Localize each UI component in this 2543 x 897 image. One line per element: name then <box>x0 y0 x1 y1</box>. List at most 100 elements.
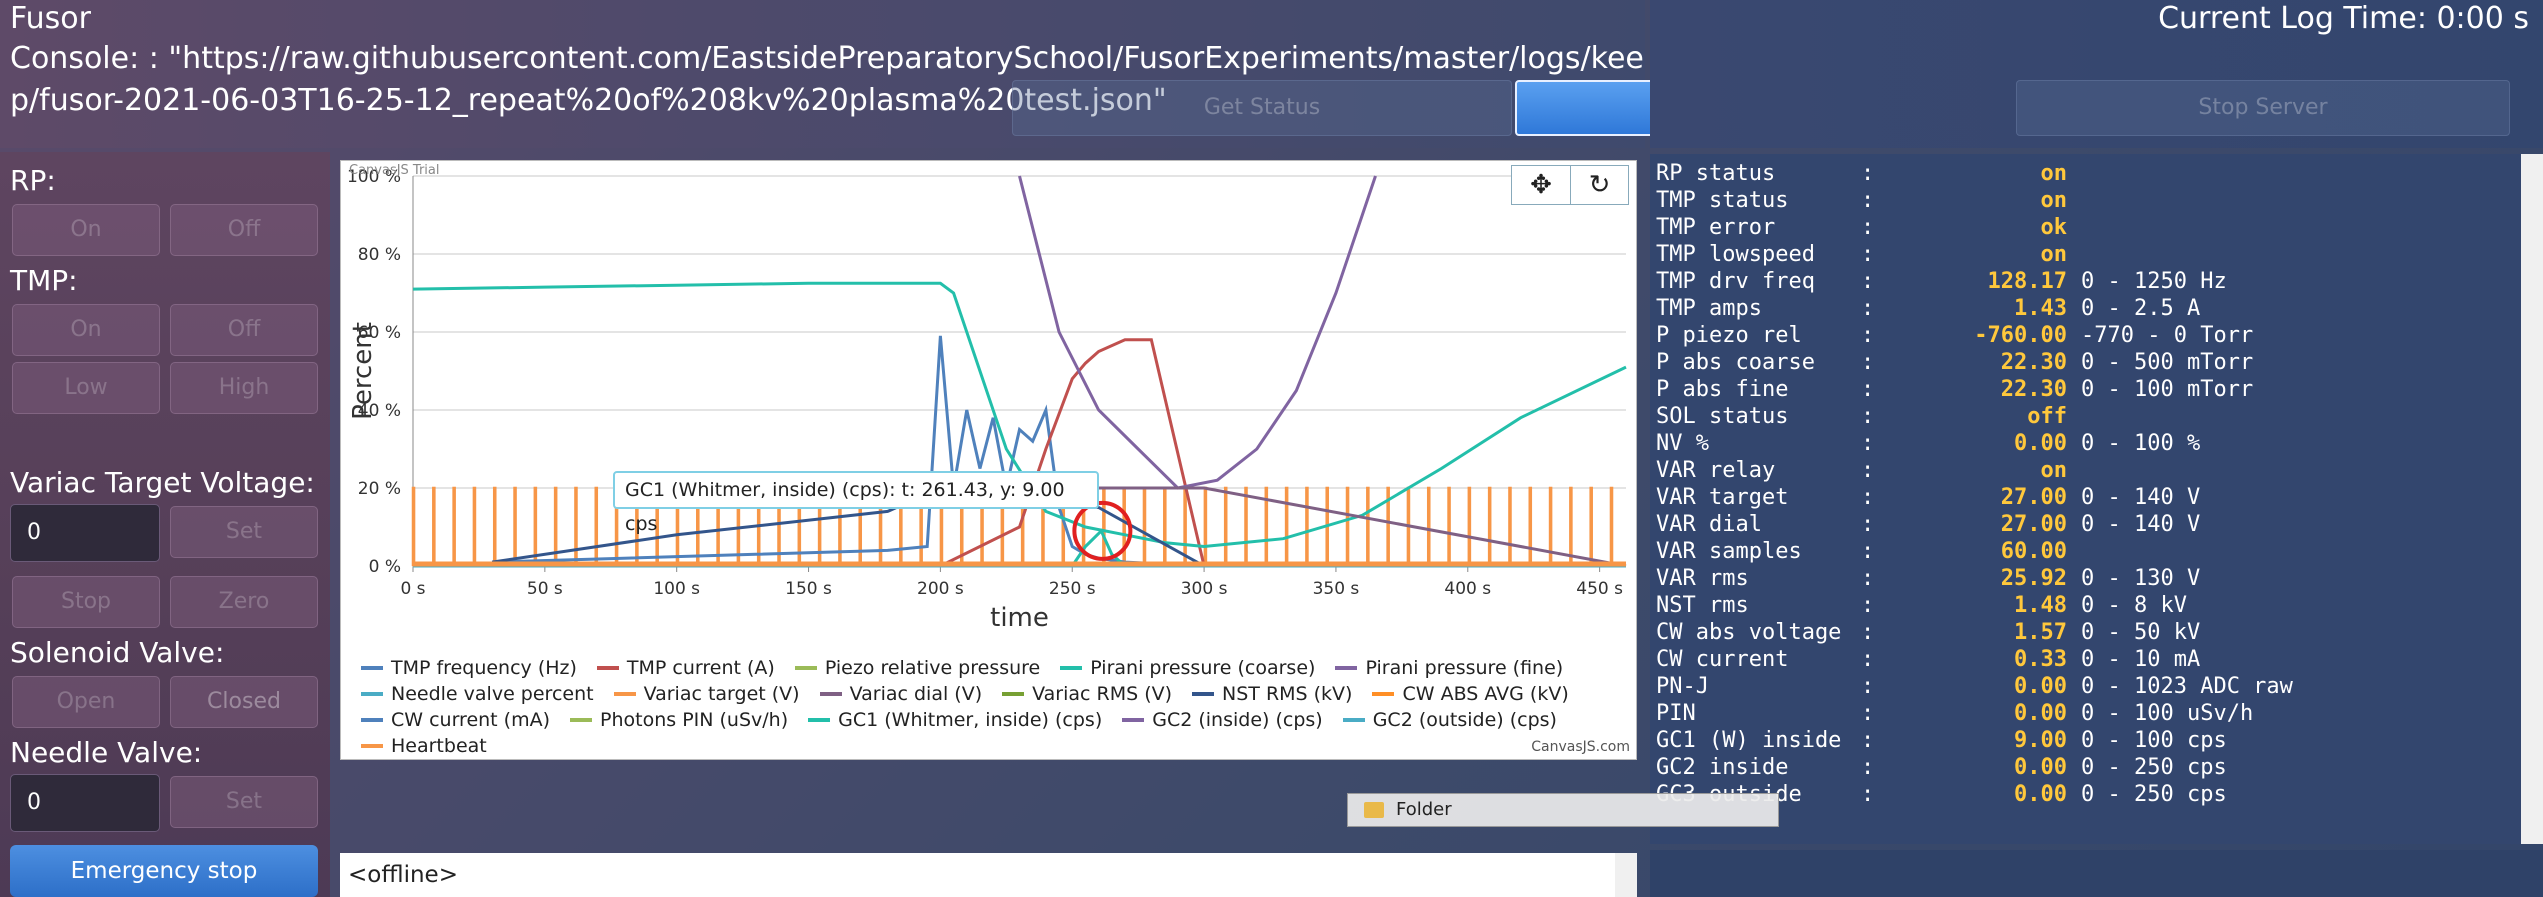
status-value: -760.00 <box>1974 323 2067 348</box>
status-value: 0.00 <box>2014 782 2067 807</box>
folder-icon <box>1364 802 1384 818</box>
status-range: 0 - 50 kV <box>2081 620 2201 645</box>
status-name: CW current <box>1656 647 1789 672</box>
status-row: TMP amps: 1.43 0 - 2.5 A <box>1656 295 2516 322</box>
status-colon: : <box>1861 404 1875 429</box>
variac-set-button[interactable]: Set <box>170 506 318 558</box>
legend-item[interactable]: CW ABS AVG (kV) <box>1372 681 1569 707</box>
status-colon: : <box>1861 161 1875 186</box>
status-value: 0.00 <box>2014 755 2067 780</box>
status-value: 27.00 <box>2000 512 2067 537</box>
console-scrollbar[interactable] <box>1615 853 1637 897</box>
legend-item[interactable]: GC2 (outside) (cps) <box>1342 707 1557 733</box>
status-colon: : <box>1861 674 1875 699</box>
y-tick-label: 0 % <box>369 557 401 577</box>
get-status-button[interactable]: Get Status <box>1012 80 1512 136</box>
chart-container: 0 % 20 % 40 % 60 % 80 % 100 % 0 s 50 s 100 s 150 … <box>340 160 1637 760</box>
tmp-label: TMP: <box>10 264 78 297</box>
legend-item[interactable]: Photons PIN (uSv/h) <box>570 707 788 733</box>
status-range: 0 - 130 V <box>2081 566 2201 591</box>
rp-off-button[interactable]: Off <box>170 204 318 256</box>
status-colon: : <box>1861 323 1875 348</box>
reset-zoom-icon[interactable]: ↻ <box>1569 166 1628 204</box>
status-value: off <box>2027 404 2067 429</box>
tmp-off-button[interactable]: Off <box>170 304 318 356</box>
chart-tooltip: GC1 (Whitmer, inside) (cps): t: 261.43, … <box>613 471 1099 535</box>
status-range <box>2067 214 2081 241</box>
solenoid-closed-button[interactable]: Closed <box>170 676 318 728</box>
rp-on-button[interactable]: On <box>12 204 160 256</box>
status-colon: : <box>1861 593 1875 618</box>
status-name: P abs coarse <box>1656 350 1815 375</box>
needle-set-button[interactable]: Set <box>170 776 318 828</box>
console-output[interactable]: <offline> <box>340 853 1637 897</box>
stop-server-button[interactable]: Stop Server <box>2016 80 2510 136</box>
legend-label: TMP current (A) <box>626 657 775 679</box>
legend-swatch <box>596 666 619 670</box>
legend-item[interactable]: GC2 (inside) (cps) <box>1122 707 1323 733</box>
variac-voltage-input[interactable]: 0 <box>10 504 160 562</box>
legend-item[interactable]: Variac target (V) <box>613 681 800 707</box>
status-colon: : <box>1861 755 1875 780</box>
legend-label: GC2 (inside) (cps) <box>1152 709 1323 731</box>
status-value: 60.00 <box>2000 539 2067 564</box>
legend-item[interactable]: Needle valve percent <box>361 681 594 707</box>
legend-item[interactable]: NST RMS (kV) <box>1192 681 1352 707</box>
legend-item[interactable]: Variac RMS (V) <box>1002 681 1172 707</box>
tmp-low-button[interactable]: Low <box>12 362 160 414</box>
folder-tooltip-label: Folder <box>1396 799 1452 820</box>
legend-swatch <box>1192 692 1215 696</box>
status-name: NST rms <box>1656 593 1749 618</box>
chart-credit[interactable]: CanvasJS.com <box>1531 739 1630 755</box>
needle-valve-input[interactable]: 0 <box>10 774 160 832</box>
status-range <box>2067 457 2081 484</box>
status-row: P piezo rel: -760.00 -770 - 0 Torr <box>1656 322 2516 349</box>
legend-label: Photons PIN (uSv/h) <box>600 709 789 731</box>
status-row: TMP error: ok <box>1656 214 2516 241</box>
tmp-high-button[interactable]: High <box>170 362 318 414</box>
status-range: 0 - 8 kV <box>2081 593 2187 618</box>
status-range <box>2067 187 2081 214</box>
legend-item[interactable]: Pirani pressure (fine) <box>1335 655 1563 681</box>
tmp-on-button[interactable]: On <box>12 304 160 356</box>
chart-toolbar: ✥ ↻ <box>1511 165 1629 205</box>
variac-stop-button[interactable]: Stop <box>12 576 160 628</box>
legend-item[interactable]: TMP frequency (Hz) <box>361 655 577 681</box>
legend-item[interactable]: Pirani pressure (coarse) <box>1060 655 1315 681</box>
status-scrollbar[interactable] <box>2521 154 2543 844</box>
status-range <box>2067 160 2081 187</box>
x-tick-label: 200 s <box>917 579 964 599</box>
status-colon: : <box>1861 458 1875 483</box>
status-name: TMP status <box>1656 188 1789 213</box>
status-row: VAR target: 27.00 0 - 140 V <box>1656 484 2516 511</box>
emergency-stop-button[interactable]: Emergency stop <box>10 845 318 897</box>
x-tick-label: 150 s <box>785 579 832 599</box>
status-name: PN-J <box>1656 674 1709 699</box>
legend-swatch <box>570 718 593 722</box>
status-range: 0 - 140 V <box>2081 485 2201 510</box>
pan-icon[interactable]: ✥ <box>1512 166 1570 204</box>
legend-swatch <box>361 666 383 670</box>
status-value: 0.00 <box>2014 701 2067 726</box>
status-range: 0 - 100 % <box>2081 431 2201 456</box>
legend-label: GC1 (Whitmer, inside) (cps) <box>838 709 1103 731</box>
rp-label: RP: <box>10 164 56 197</box>
legend-item[interactable]: CW current (mA) <box>361 707 550 733</box>
status-value: ok <box>2040 215 2068 240</box>
x-tick-label: 350 s <box>1313 579 1360 599</box>
folder-tooltip: Folder <box>1347 793 1779 827</box>
status-row: GC3 outside:0.000 - 250 cps <box>1656 781 2516 808</box>
legend-item[interactable]: TMP current (A) <box>596 655 775 681</box>
status-colon: : <box>1861 485 1875 510</box>
legend-swatch <box>361 744 383 748</box>
solenoid-open-button[interactable]: Open <box>12 676 160 728</box>
variac-label: Variac Target Voltage: <box>10 466 315 499</box>
status-name: TMP amps <box>1656 296 1762 321</box>
variac-zero-button[interactable]: Zero <box>170 576 318 628</box>
status-name: VAR rms <box>1656 566 1749 591</box>
legend-item[interactable]: Piezo relative pressure <box>794 655 1040 681</box>
status-colon: : <box>1861 539 1875 564</box>
legend-item[interactable]: Heartbeat <box>361 733 487 759</box>
legend-item[interactable]: GC1 (Whitmer, inside) (cps) <box>808 707 1102 733</box>
legend-item[interactable]: Variac dial (V) <box>819 681 982 707</box>
